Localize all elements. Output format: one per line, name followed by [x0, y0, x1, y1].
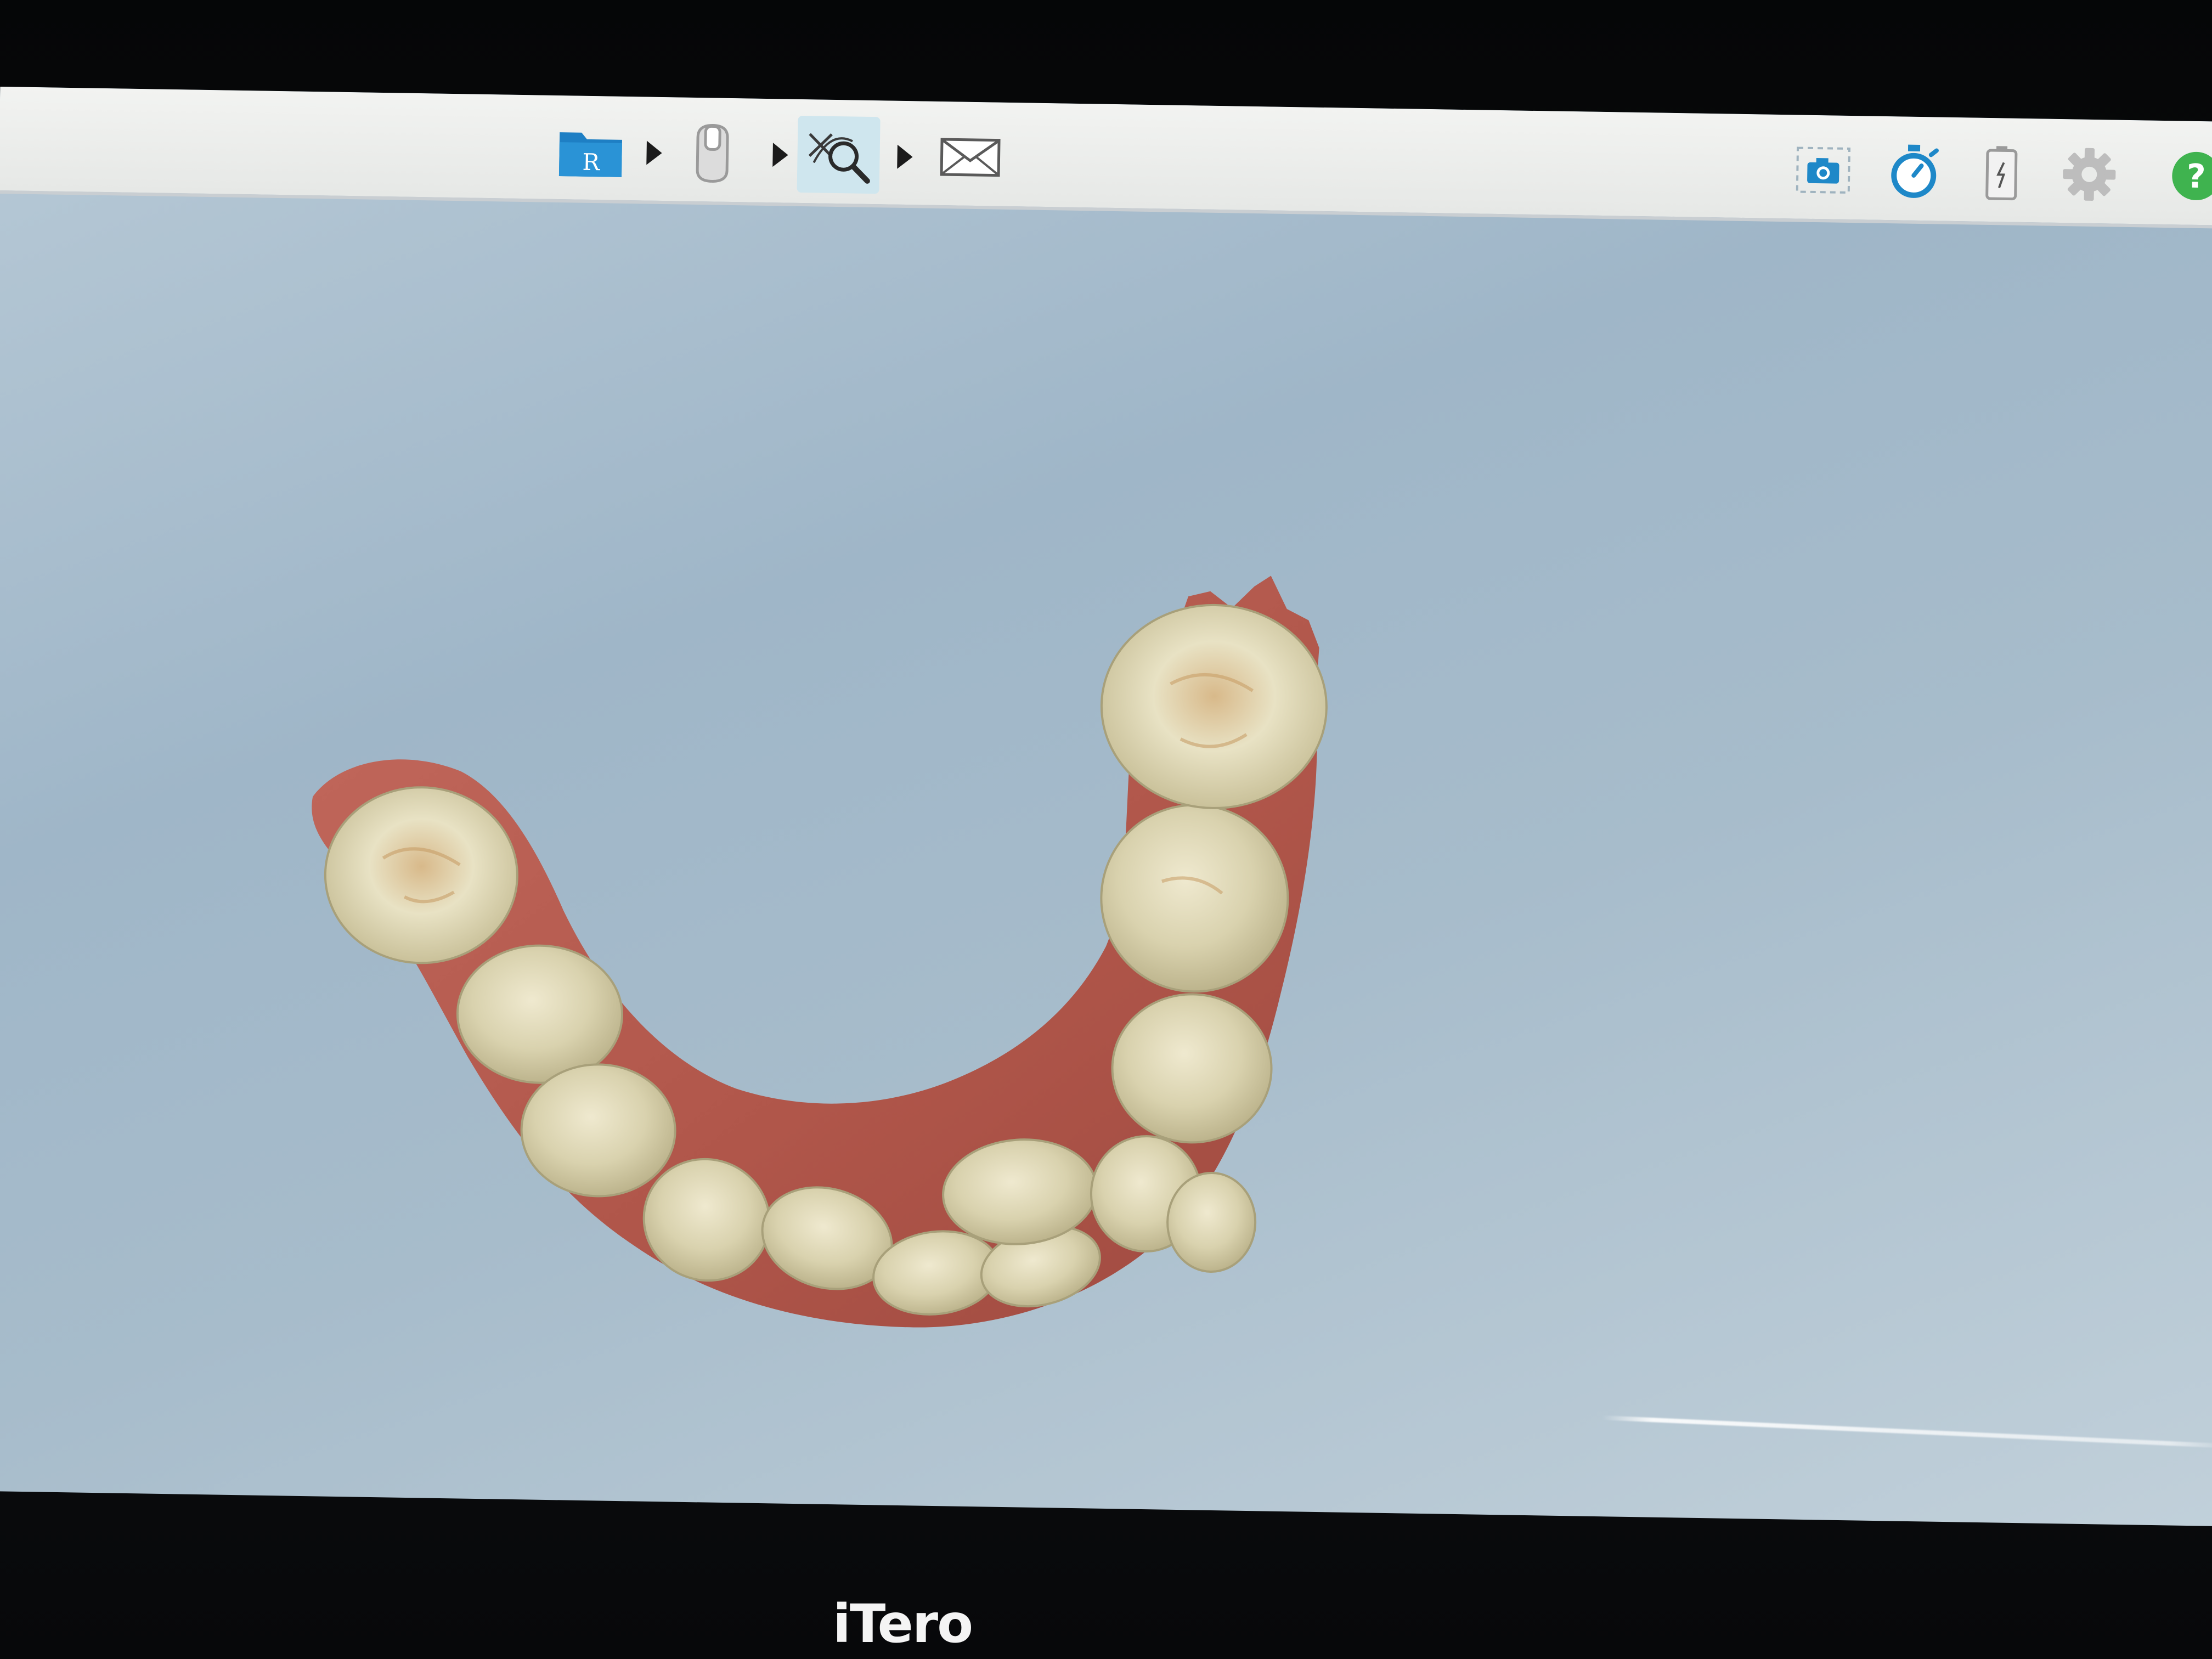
tooth [1166, 1171, 1257, 1273]
help-label: ? [2186, 157, 2206, 196]
help-icon: ? [2172, 151, 2212, 200]
scan-3d-viewport[interactable] [0, 194, 2212, 1526]
send-button[interactable] [928, 118, 1012, 196]
stopwatch-button[interactable] [1872, 133, 1955, 211]
scan-button[interactable] [671, 114, 754, 191]
device-frame: R ? iTero [0, 0, 2212, 1659]
itero-brand-logo: iTero [832, 1593, 973, 1655]
workflow-arrow [772, 143, 788, 167]
battery-button[interactable] [1960, 134, 2043, 212]
tooth [1100, 804, 1289, 993]
settings-button[interactable] [2047, 136, 2131, 213]
help-button[interactable]: ? [2154, 137, 2212, 215]
scan-icon [696, 123, 729, 183]
screen: R ? [0, 87, 2212, 1526]
battery-icon [1985, 146, 2018, 201]
camera-button[interactable] [1781, 131, 1865, 209]
tooth [324, 786, 518, 964]
workflow-arrow [646, 140, 662, 165]
rx-folder-button[interactable]: R [550, 112, 634, 190]
tooth [456, 944, 623, 1084]
settings-gear-icon [2063, 148, 2116, 201]
view-tools-icon [808, 133, 870, 184]
tooth [1100, 603, 1328, 809]
camera-icon [1796, 146, 1851, 194]
stopwatch-icon [1891, 144, 1939, 198]
dental-arch-model[interactable] [0, 194, 2212, 1526]
view-tools-button[interactable] [797, 115, 881, 194]
rx-folder-label: R [582, 149, 601, 176]
rx-folder-icon: R [558, 132, 622, 177]
tooth [1111, 993, 1273, 1144]
workflow-arrow [897, 144, 913, 170]
tooth [520, 1063, 676, 1198]
send-mail-icon [940, 138, 1001, 177]
